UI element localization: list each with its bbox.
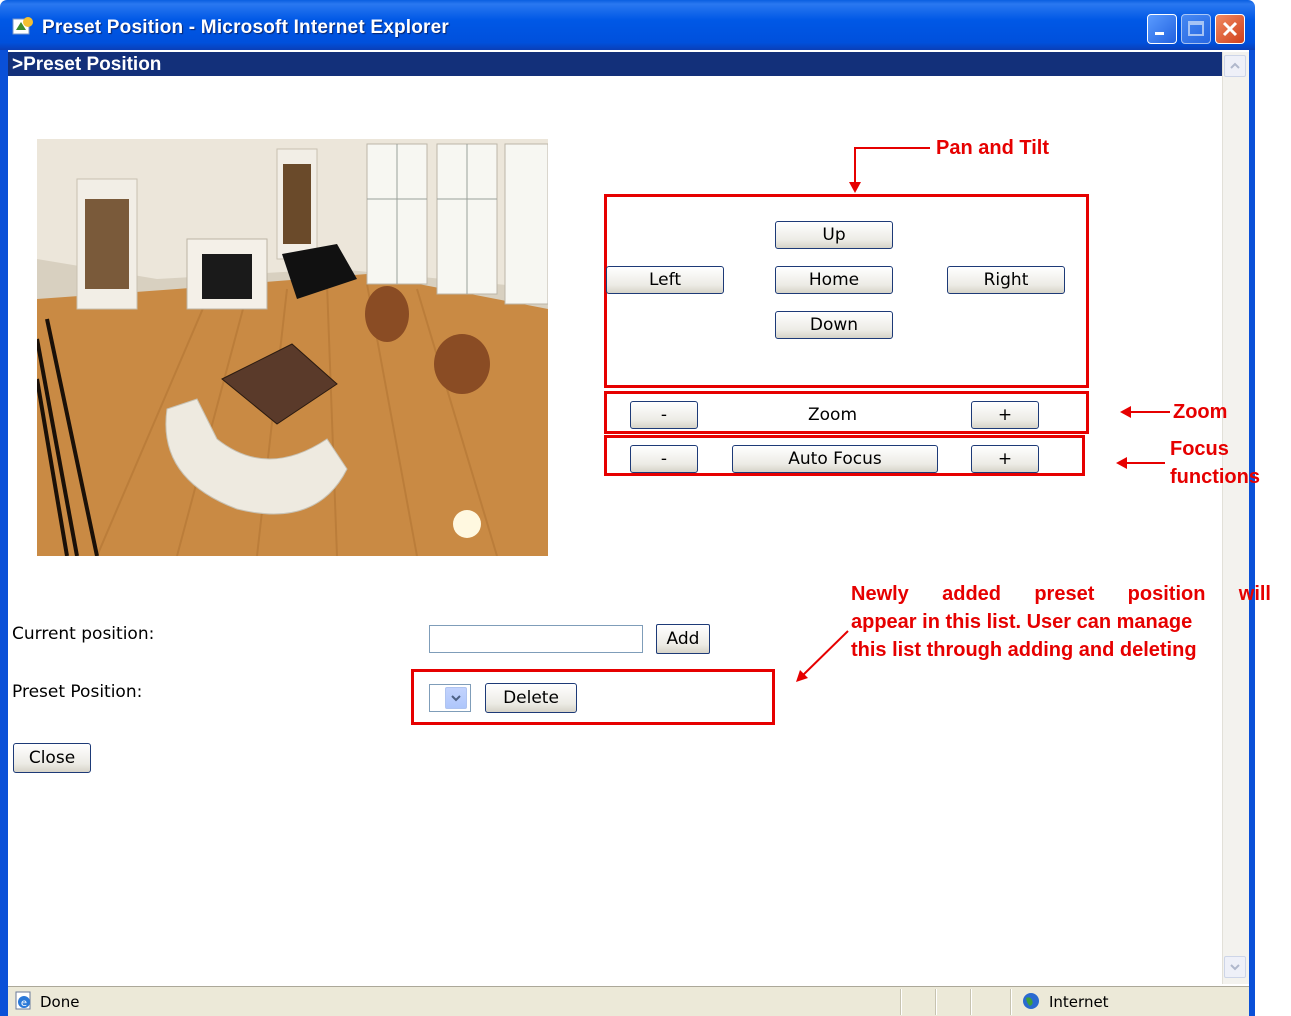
zoom-in-button[interactable]: + [971,401,1039,429]
current-position-label: Current position: [12,624,155,644]
add-button[interactable]: Add [656,624,710,654]
pan-tilt-annotation: Pan and Tilt [936,137,1049,159]
preset-position-label: Preset Position: [12,682,143,702]
minimize-button[interactable] [1147,14,1177,44]
chevron-down-icon [451,695,461,702]
auto-focus-button[interactable]: Auto Focus [732,445,938,473]
pan-right-button[interactable]: Right [947,266,1065,294]
status-separator [900,989,902,1015]
chevron-up-icon [1230,62,1240,69]
pan-left-button[interactable]: Left [606,266,724,294]
status-separator [970,989,972,1015]
zoom-annotation: Zoom [1173,401,1228,423]
minimize-icon [1155,32,1164,35]
globe-icon [1023,993,1039,1009]
pan-up-button[interactable]: Up [775,221,893,249]
page-title: >Preset Position [12,54,162,75]
current-position-input[interactable] [429,625,643,653]
zoom-label: Zoom [808,405,858,425]
chevron-down-icon [1230,964,1240,971]
scroll-up-button[interactable] [1224,55,1246,77]
zoom-out-button[interactable]: - [630,401,698,429]
focus-near-button[interactable]: - [630,445,698,473]
vertical-scrollbar[interactable] [1222,52,1249,984]
status-text: Done [40,993,80,1011]
focus-annotation-line1: Focus [1170,438,1229,460]
pan-tilt-arrow [854,147,930,185]
maximize-icon [1188,21,1204,36]
internet-explorer-icon [12,17,33,35]
window-border-right [1249,50,1255,1016]
close-icon [1222,21,1238,37]
svg-text:e: e [21,998,27,1009]
preset-list-arrow [799,630,849,679]
preset-list-annotation-line1: Newly added preset position will [851,583,1271,605]
focus-annotation-line2: functions [1170,466,1260,488]
close-button[interactable]: Close [13,743,91,773]
window-border-left [0,50,8,1016]
preset-list-annotation-line2: appear in this list. User can manage [851,611,1193,633]
security-zone-text: Internet [1049,993,1109,1011]
delete-button[interactable]: Delete [485,683,577,713]
camera-live-view [37,139,548,556]
pan-down-button[interactable]: Down [775,311,893,339]
pan-home-button[interactable]: Home [775,266,893,294]
page-done-icon: e [15,991,31,1010]
scroll-down-button[interactable] [1224,956,1246,978]
maximize-button[interactable] [1181,14,1211,44]
focus-far-button[interactable]: + [971,445,1039,473]
page-header-band [8,52,1222,76]
window-title: Preset Position - Microsoft Internet Exp… [42,17,450,38]
status-separator [935,989,937,1015]
preset-list-annotation-line3: this list through adding and deleting [851,639,1197,661]
dropdown-arrow-button[interactable] [445,687,467,709]
status-separator [1010,989,1012,1015]
close-window-button[interactable] [1215,14,1245,44]
